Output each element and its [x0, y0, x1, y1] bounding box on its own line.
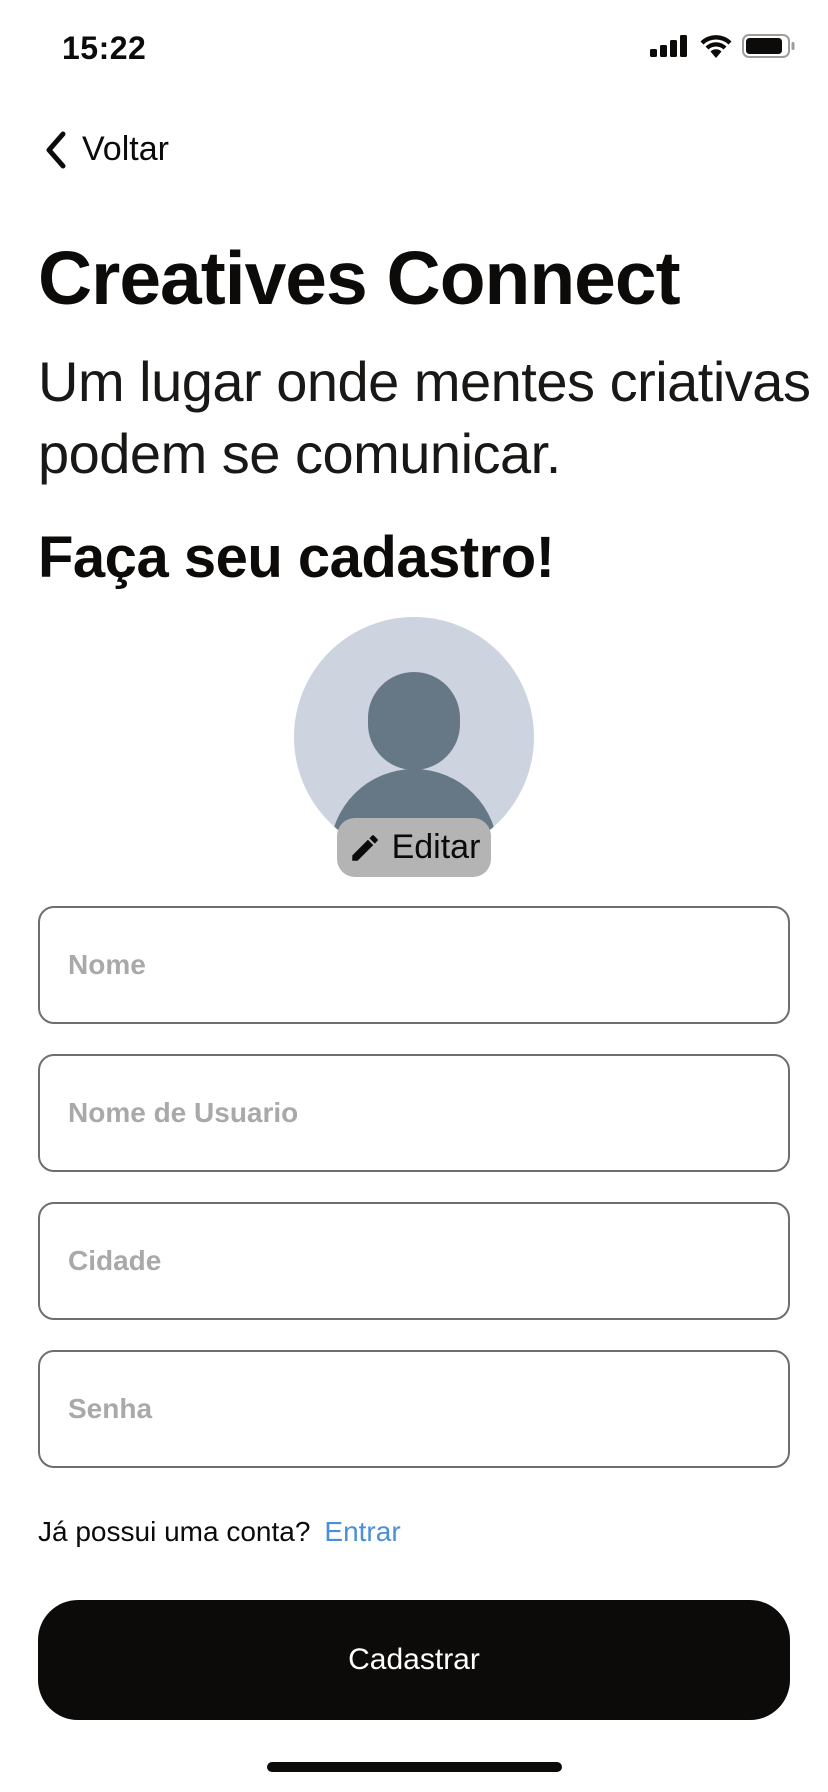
wifi-icon: [700, 35, 732, 58]
status-time: 15:22: [62, 30, 147, 66]
login-link[interactable]: Entrar: [324, 1516, 400, 1548]
signal-icon: [650, 35, 687, 57]
app-title: Creatives Connect: [38, 236, 681, 320]
name-input[interactable]: [40, 908, 788, 1022]
edit-avatar-button[interactable]: Editar: [337, 818, 491, 877]
app-subtitle: Um lugar onde mentes criativas podem se …: [38, 350, 811, 485]
chevron-left-icon: [46, 131, 66, 168]
back-button[interactable]: Voltar: [44, 130, 169, 169]
register-button[interactable]: Cadastrar: [38, 1600, 790, 1720]
status-icons: [650, 34, 796, 58]
username-input[interactable]: [40, 1056, 788, 1170]
username-field[interactable]: [38, 1054, 790, 1172]
status-bar: 15:22: [0, 0, 828, 100]
login-question: Já possui uma conta?: [38, 1516, 311, 1547]
home-indicator: [267, 1762, 562, 1772]
city-field[interactable]: [38, 1202, 790, 1320]
back-label: Voltar: [82, 130, 169, 168]
signup-heading: Faça seu cadastro!: [38, 525, 555, 590]
edit-avatar-label: Editar: [391, 828, 481, 866]
city-input[interactable]: [40, 1204, 788, 1318]
password-input[interactable]: [40, 1352, 788, 1466]
password-field[interactable]: [38, 1350, 790, 1468]
battery-icon: [742, 34, 795, 58]
login-prompt-row: Já possui uma conta? Entrar: [38, 1516, 401, 1548]
name-field[interactable]: [38, 906, 790, 1024]
pencil-icon: [351, 834, 378, 861]
